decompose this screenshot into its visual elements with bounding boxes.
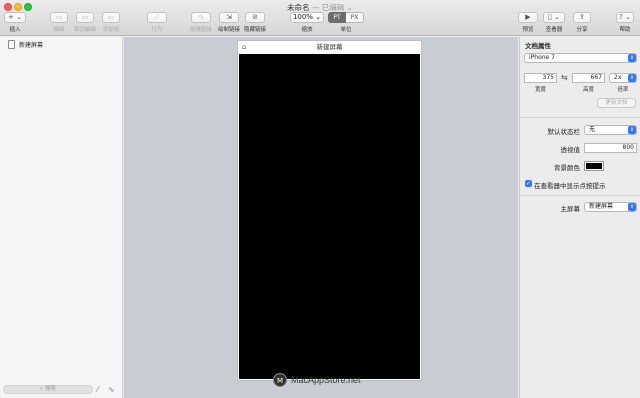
screen-icon — [8, 40, 15, 49]
create-link-tool[interactable]: ∿ 创建链接 — [190, 12, 212, 33]
toolbar: 未命名 — 已编辑 ⌄ + ⌄ 插入 ▭ 编辑 ▭ 取消编辑 ▭ 添加组 ⁄ 行… — [0, 0, 640, 36]
height-field[interactable]: 667 — [572, 73, 605, 83]
wand-icon[interactable]: ⁄ — [97, 385, 98, 394]
create-link-label: 创建链接 — [190, 27, 213, 33]
share-label: 分享 — [576, 27, 588, 33]
draw-link-tool[interactable]: ⇲ 绘制链接 — [218, 12, 240, 33]
watermark-logo-icon: M — [273, 373, 287, 387]
zoom-control[interactable]: 100% ⌄ 缩放 — [290, 12, 324, 33]
watermark: M MacAppStore.net — [273, 373, 361, 387]
status-bar-label: 默认状态栏 — [547, 128, 581, 136]
background-color-well[interactable] — [584, 161, 604, 171]
home-icon: ⌂ — [242, 43, 247, 51]
unit-control: PT PX 单位 — [328, 12, 364, 33]
canvas: ⌂ 新建屏幕 M MacAppStore.net — [124, 37, 518, 398]
zoom-select[interactable]: 100% ⌄ — [290, 12, 324, 23]
hide-link-label: 隐藏链接 — [244, 27, 267, 33]
edit-label: 编辑 — [53, 27, 65, 33]
search-placeholder: 搜索 — [44, 386, 56, 392]
unit-segmented-control: PT PX — [328, 12, 364, 23]
width-label: 宽度 — [534, 87, 546, 93]
main-screen-select[interactable]: 新建屏幕 ⇕ — [584, 202, 637, 212]
chevron-updown-icon: ⇕ — [628, 54, 636, 62]
swap-icon[interactable]: ⇆ — [561, 73, 568, 82]
help-tool[interactable]: ? ⌄ 帮助 — [616, 12, 634, 33]
status-bar-select[interactable]: 无 ⇕ — [584, 125, 637, 135]
action-label: 行为 — [151, 27, 163, 33]
preview-label: 预览 — [522, 27, 534, 33]
zoom-value: 100% — [292, 13, 313, 21]
screen-header: ⌂ 新建屏幕 — [238, 41, 421, 54]
height-label: 高度 — [582, 87, 594, 93]
zoom-label: 缩放 — [301, 27, 313, 33]
watermark-text: MacAppStore.net — [291, 375, 361, 385]
viewer-label: 查看器 — [545, 27, 563, 33]
hide-link-tool[interactable]: ⊘ 隐藏链接 — [244, 12, 266, 33]
cancel-edit-label: 取消编辑 — [74, 27, 97, 33]
opacity-field[interactable]: 800 — [584, 143, 637, 153]
viewer-tool[interactable]: ▯ ⌄ 查看器 — [543, 12, 565, 33]
share-tool[interactable]: ⇪ 分享 — [573, 12, 591, 33]
group-icon: ▭ — [102, 12, 120, 23]
show-tap-hints-checkbox[interactable]: ✓ — [525, 180, 532, 187]
link-icon: ∿ — [191, 12, 211, 23]
help-icon: ? ⌄ — [616, 12, 634, 23]
window-title-text: 未命名 — [287, 3, 310, 12]
scale-value: 2x — [614, 74, 622, 81]
chevron-updown-icon: ⇕ — [628, 126, 636, 134]
screen-title: 新建屏幕 — [316, 43, 343, 51]
draw-link-icon: ⇲ — [219, 12, 239, 23]
width-field[interactable]: 375 — [524, 73, 557, 83]
window-subtitle: — 已编辑 ⌄ — [309, 3, 353, 12]
search-input[interactable]: ⌕ 搜索 — [3, 385, 93, 394]
hide-link-icon: ⊘ — [245, 12, 265, 23]
main-screen-label: 主屏幕 — [560, 205, 581, 213]
main-screen-value: 新建屏幕 — [589, 203, 614, 210]
help-label: 帮助 — [619, 27, 631, 33]
action-tool[interactable]: ⁄ 行为 — [147, 12, 167, 33]
device-frame[interactable]: ⌂ 新建屏幕 — [237, 40, 422, 381]
screen-item-label: 新建屏幕 — [19, 42, 44, 49]
opacity-label: 透视值 — [560, 146, 581, 154]
screens-sidebar: 新建屏幕 ⌕ 搜索 ⁄ ∿ — [0, 37, 123, 398]
list-item[interactable]: 新建屏幕 — [8, 40, 43, 49]
background-color-label: 背景颜色 — [554, 164, 580, 172]
phone-icon: ▯ ⌄ — [543, 12, 565, 23]
add-group-tool[interactable]: ▭ 添加组 — [102, 12, 120, 33]
inspector-title: 文档属性 — [525, 42, 551, 50]
preview-tool[interactable]: ▶ 预览 — [518, 12, 538, 33]
edit-icon: ▭ — [50, 12, 68, 23]
cancel-edit-tool[interactable]: ▭ 取消编辑 — [74, 12, 96, 33]
device-select[interactable]: iPhone 7 ⇕ — [524, 53, 637, 63]
device-value: iPhone 7 — [529, 54, 555, 61]
update-document-button[interactable]: 更新文档 — [597, 98, 636, 108]
plus-icon: + ⌄ — [4, 12, 26, 23]
chevron-updown-icon: ⇕ — [628, 74, 636, 82]
unit-label: 单位 — [340, 27, 352, 33]
unit-px-button[interactable]: PX — [346, 12, 364, 23]
insert-tool[interactable]: + ⌄ 插入 — [4, 12, 26, 33]
scale-label: 倍率 — [617, 87, 629, 93]
divider — [520, 195, 640, 196]
edit-tool[interactable]: ▭ 编辑 — [50, 12, 68, 33]
unit-pt-button[interactable]: PT — [328, 12, 346, 23]
inspector-panel: 文档属性 iPhone 7 ⇕ 375 ⇆ 667 2x ⇕ 宽度 高度 倍率 … — [519, 37, 640, 398]
divider — [520, 117, 640, 118]
status-bar-value: 无 — [589, 126, 596, 133]
folder-icon: ▭ — [76, 12, 94, 23]
wand-icon: ⁄ — [147, 12, 167, 23]
add-group-label: 添加组 — [102, 27, 120, 33]
share-icon: ⇪ — [573, 12, 591, 23]
chevron-updown-icon: ⇕ — [628, 203, 636, 211]
link-icon[interactable]: ∿ — [108, 385, 115, 394]
scale-select[interactable]: 2x ⇕ — [609, 73, 637, 83]
show-tap-hints-label: 在查看器中显示点按提示 — [534, 182, 606, 190]
play-icon: ▶ — [518, 12, 538, 23]
color-swatch — [586, 163, 602, 169]
screen-content[interactable] — [239, 54, 420, 379]
insert-label: 插入 — [9, 27, 21, 33]
draw-link-label: 绘制链接 — [218, 27, 241, 33]
